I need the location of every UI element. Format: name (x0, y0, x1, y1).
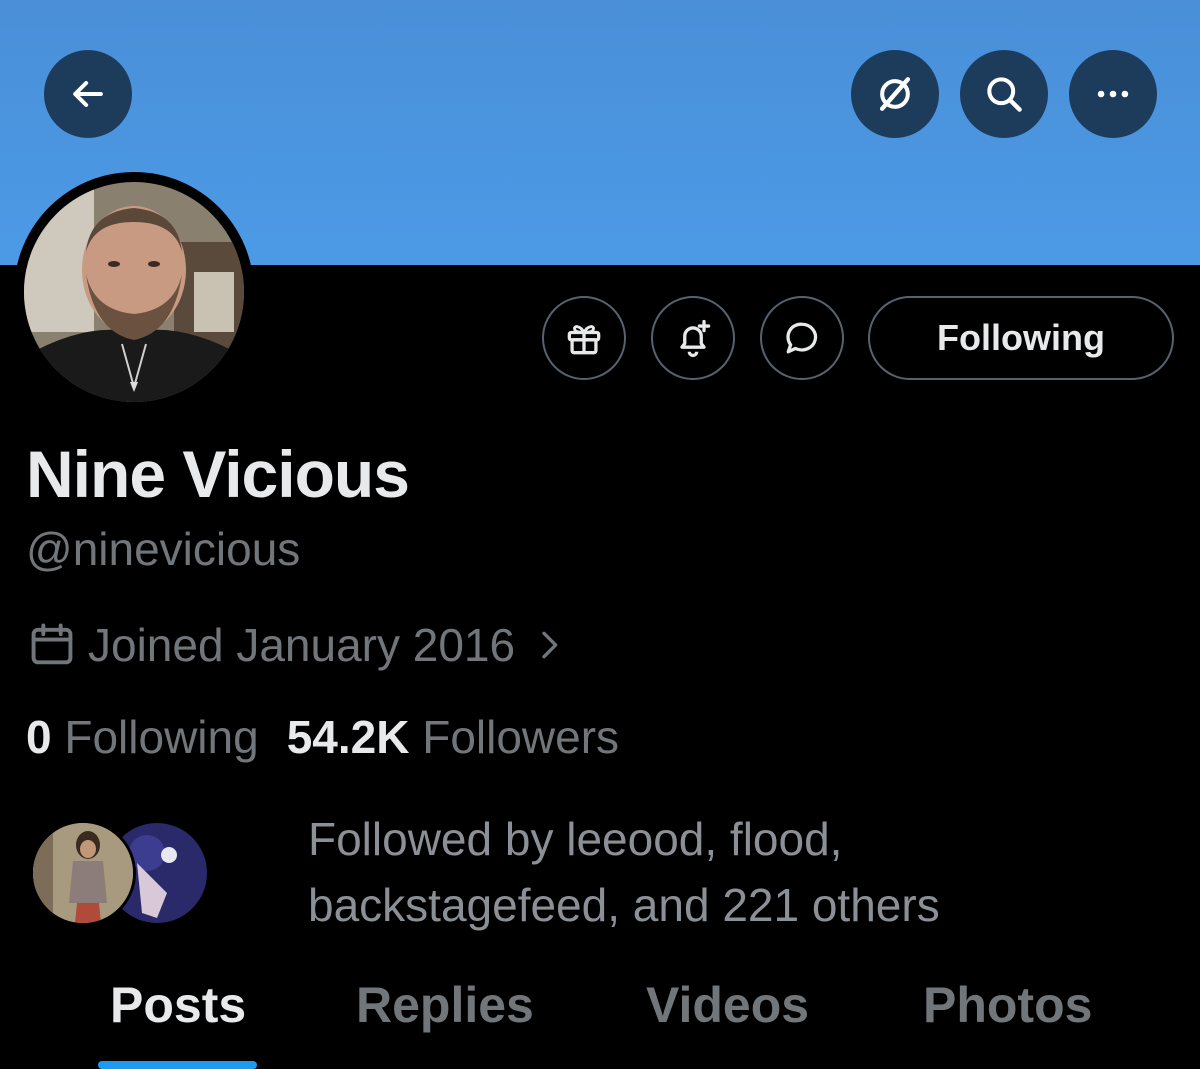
following-label: Following (64, 711, 259, 763)
back-button[interactable] (44, 50, 132, 138)
followed-by-text[interactable]: Followed by leeood, flood, backstagefeed… (308, 806, 1008, 938)
calendar-icon (31, 623, 73, 665)
grok-slash-icon (879, 77, 911, 111)
followers-count: 54.2K (286, 711, 410, 763)
follow-stats: 0 Following 54.2K Followers (26, 710, 619, 764)
grok-button[interactable] (851, 50, 939, 138)
gift-icon (567, 325, 601, 355)
tab-photos[interactable]: Photos (923, 976, 1092, 1034)
joined-date-row[interactable]: Joined January 2016 (26, 618, 579, 672)
more-horizontal-icon (1097, 90, 1129, 98)
avatar[interactable] (14, 172, 254, 412)
message-bubble-icon (786, 322, 818, 354)
more-button[interactable] (1069, 50, 1157, 138)
handle: @ninevicious (26, 523, 301, 575)
tab-replies[interactable]: Replies (356, 976, 534, 1034)
joined-date: Joined January 2016 (88, 619, 516, 671)
search-icon (987, 77, 1022, 112)
chevron-right-icon (542, 631, 558, 659)
arrow-left-icon (73, 80, 103, 108)
profile-tabs: Posts Replies Videos Photos (0, 976, 1200, 1069)
active-tab-indicator (98, 1061, 257, 1069)
bell-plus-icon (680, 319, 711, 358)
following-count: 0 (26, 711, 52, 763)
message-button[interactable] (760, 296, 844, 380)
followers-label: Followers (422, 711, 620, 763)
following-button[interactable]: Following (868, 296, 1174, 380)
notify-button[interactable] (651, 296, 735, 380)
tab-posts[interactable]: Posts (110, 976, 246, 1034)
search-button[interactable] (960, 50, 1048, 138)
gift-button[interactable] (542, 296, 626, 380)
tab-videos[interactable]: Videos (646, 976, 809, 1034)
follower-avatar-1[interactable] (30, 820, 136, 926)
display-name: Nine Vicious (26, 437, 410, 511)
following-stat[interactable]: 0 Following (26, 710, 259, 764)
followers-stat[interactable]: 54.2K Followers (287, 710, 619, 764)
avatar-image (24, 182, 244, 402)
